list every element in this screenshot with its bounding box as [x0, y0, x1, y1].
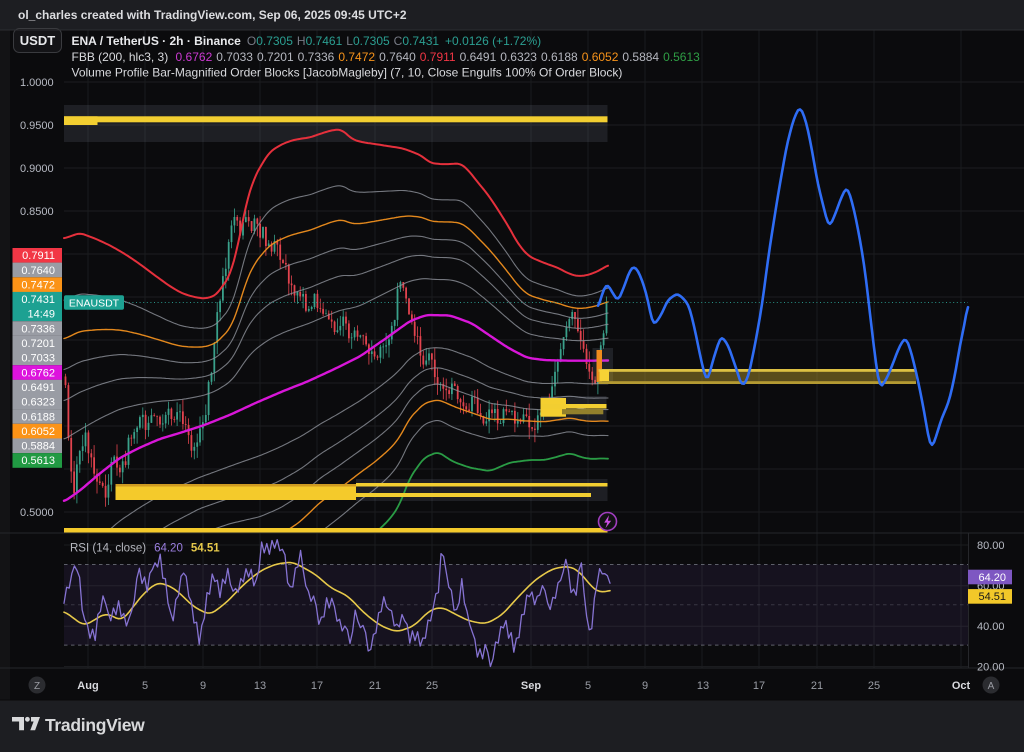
svg-text:0.7640: 0.7640 — [21, 265, 55, 277]
svg-text:ENA / TetherUS · 2h · BinanceO: ENA / TetherUS · 2h · BinanceO0.7305H0.7… — [72, 34, 542, 48]
svg-text:80.00: 80.00 — [977, 540, 1005, 552]
svg-text:1.0000: 1.0000 — [20, 77, 54, 89]
svg-text:0.7336: 0.7336 — [21, 323, 55, 335]
svg-text:Volume Profile Bar-Magnified O: Volume Profile Bar-Magnified Order Block… — [72, 66, 623, 80]
svg-text:0.7431: 0.7431 — [21, 294, 55, 306]
svg-text:0.5884: 0.5884 — [21, 441, 55, 453]
svg-text:14:49: 14:49 — [27, 309, 55, 321]
svg-text:TradingView: TradingView — [45, 715, 145, 735]
svg-text:0.7201: 0.7201 — [21, 338, 55, 350]
svg-text:Aug: Aug — [77, 680, 98, 692]
svg-text:40.00: 40.00 — [977, 621, 1005, 633]
svg-text:9: 9 — [642, 680, 648, 692]
svg-text:ENAUSDT: ENAUSDT — [69, 298, 120, 310]
svg-text:0.6762: 0.6762 — [21, 367, 55, 379]
svg-text:21: 21 — [811, 680, 823, 692]
svg-text:0.6491: 0.6491 — [21, 382, 55, 394]
svg-text:54.51: 54.51 — [978, 591, 1006, 603]
svg-text:Sep: Sep — [521, 680, 541, 692]
svg-text:0.8500: 0.8500 — [20, 206, 54, 218]
svg-text:Z: Z — [34, 681, 40, 692]
svg-text:FBB (200, hlc3, 3) 0.67620.703: FBB (200, hlc3, 3) 0.67620.70330.72010.7… — [72, 50, 701, 64]
svg-text:ol_charles created with Tradin: ol_charles created with TradingView.com,… — [18, 8, 407, 22]
svg-text:Oct: Oct — [952, 680, 971, 692]
svg-text:USDT: USDT — [20, 33, 55, 48]
svg-text:13: 13 — [697, 680, 709, 692]
svg-text:20.00: 20.00 — [977, 661, 1005, 673]
svg-text:17: 17 — [311, 680, 323, 692]
svg-text:9: 9 — [200, 680, 206, 692]
svg-text:A: A — [988, 681, 995, 692]
svg-text:0.5000: 0.5000 — [20, 507, 54, 519]
svg-text:0.9000: 0.9000 — [20, 163, 54, 175]
svg-text:0.9500: 0.9500 — [20, 120, 54, 132]
svg-text:5: 5 — [585, 680, 591, 692]
svg-text:17: 17 — [753, 680, 765, 692]
svg-text:0.7911: 0.7911 — [22, 250, 55, 262]
svg-text:64.20: 64.20 — [978, 572, 1006, 584]
svg-text:0.5613: 0.5613 — [21, 455, 55, 467]
svg-text:0.7033: 0.7033 — [21, 353, 55, 365]
svg-text:5: 5 — [142, 680, 148, 692]
svg-text:0.6323: 0.6323 — [21, 397, 55, 409]
svg-text:0.7472: 0.7472 — [21, 279, 55, 291]
svg-text:RSI (14, close)64.2054.51: RSI (14, close)64.2054.51 — [70, 543, 220, 555]
svg-text:0.6052: 0.6052 — [21, 426, 55, 438]
svg-text:25: 25 — [426, 680, 438, 692]
svg-text:13: 13 — [254, 680, 266, 692]
svg-text:25: 25 — [868, 680, 880, 692]
svg-text:21: 21 — [369, 680, 381, 692]
svg-text:0.6188: 0.6188 — [21, 411, 55, 423]
